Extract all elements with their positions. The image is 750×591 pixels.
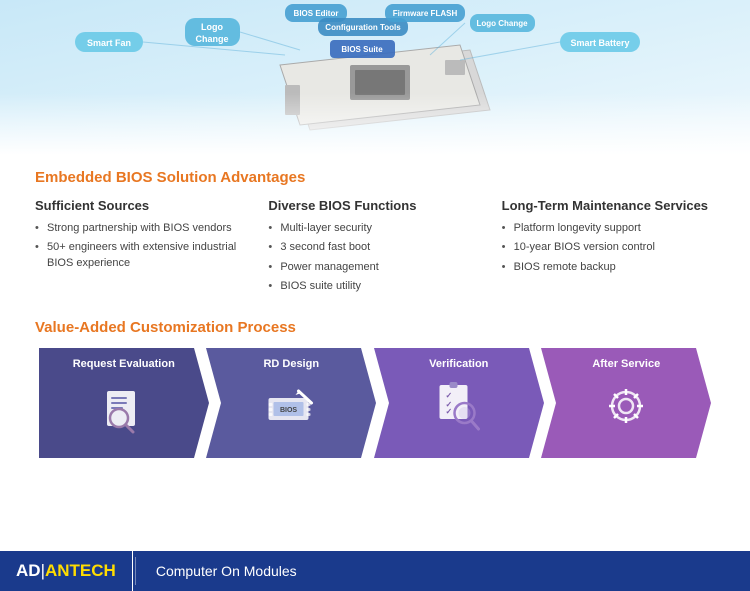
step3-label: Verification — [429, 358, 488, 370]
col2-item-2: 3 second fast boot — [268, 240, 481, 255]
col2-item-1: Multi-layer security — [268, 221, 481, 236]
svg-text:✓: ✓ — [445, 407, 452, 416]
footer-logo-adv: AD — [16, 561, 41, 581]
advantage-col-1: Sufficient Sources Strong partnership wi… — [35, 198, 248, 299]
col3-list: Platform longevity support 10-year BIOS … — [502, 221, 715, 275]
process-steps: Request Evaluation — [35, 348, 715, 458]
step3-icon: ✓ ✓ ✓ — [431, 381, 486, 442]
section-main-title: Embedded BIOS Solution Advantages — [35, 169, 715, 186]
process-section: Value-Added Customization Process Reques… — [35, 319, 715, 458]
step2-icon: BIOS — [264, 383, 319, 442]
advantage-col-2: Diverse BIOS Functions Multi-layer secur… — [268, 198, 481, 299]
diagram-area: Smart Fan Logo Change BIOS Editor Config… — [0, 0, 750, 155]
col1-item-2: 50+ engineers with extensive industrial … — [35, 240, 248, 271]
svg-text:Configuration Tools: Configuration Tools — [325, 23, 401, 32]
svg-text:BIOS Suite: BIOS Suite — [341, 45, 383, 54]
col2-item-4: BIOS suite utility — [268, 279, 481, 294]
advantage-col-3: Long-Term Maintenance Services Platform … — [502, 198, 715, 299]
col2-list: Multi-layer security 3 second fast boot … — [268, 221, 481, 295]
step-request-eval: Request Evaluation — [35, 348, 213, 458]
col3-item-2: 10-year BIOS version control — [502, 240, 715, 255]
svg-text:Firmware FLASH: Firmware FLASH — [393, 9, 458, 18]
svg-text:BIOS: BIOS — [280, 407, 297, 414]
footer-divider — [135, 557, 136, 585]
svg-text:BIOS Editor: BIOS Editor — [294, 9, 339, 18]
footer-subtitle: Computer On Modules — [138, 563, 315, 579]
svg-text:Smart Fan: Smart Fan — [87, 38, 131, 48]
col2-item-3: Power management — [268, 260, 481, 275]
svg-text:✓: ✓ — [445, 391, 452, 400]
step4-icon — [601, 381, 651, 440]
svg-text:Change: Change — [195, 34, 228, 44]
advantages-grid: Sufficient Sources Strong partnership wi… — [35, 198, 715, 299]
process-title: Value-Added Customization Process — [35, 319, 715, 336]
step2-label: RD Design — [263, 358, 319, 370]
footer-logo-box: AD|ANTECH — [0, 551, 133, 591]
step1-label: Request Evaluation — [73, 358, 175, 370]
svg-text:Logo: Logo — [201, 22, 223, 32]
col3-item-3: BIOS remote backup — [502, 260, 715, 275]
col3-item-1: Platform longevity support — [502, 221, 715, 236]
col1-list: Strong partnership with BIOS vendors 50+… — [35, 221, 248, 271]
col1-title: Sufficient Sources — [35, 198, 248, 213]
col3-title: Long-Term Maintenance Services — [502, 198, 715, 213]
step4-label: After Service — [592, 358, 660, 370]
svg-text:Smart Battery: Smart Battery — [570, 38, 629, 48]
step-after-service: After Service — [538, 348, 716, 458]
diagram-svg: Smart Fan Logo Change BIOS Editor Config… — [0, 0, 750, 155]
col1-item-1: Strong partnership with BIOS vendors — [35, 221, 248, 236]
step1-icon — [99, 386, 149, 450]
step-verification: Verification ✓ ✓ ✓ — [370, 348, 548, 458]
svg-text:Logo Change: Logo Change — [476, 19, 528, 28]
footer: AD|ANTECH Computer On Modules — [0, 551, 750, 591]
footer-logo-antech: ANTECH — [45, 561, 116, 581]
col2-title: Diverse BIOS Functions — [268, 198, 481, 213]
main-content: Embedded BIOS Solution Advantages Suffic… — [0, 155, 750, 458]
step-rd-design: RD Design BIOS — [203, 348, 381, 458]
